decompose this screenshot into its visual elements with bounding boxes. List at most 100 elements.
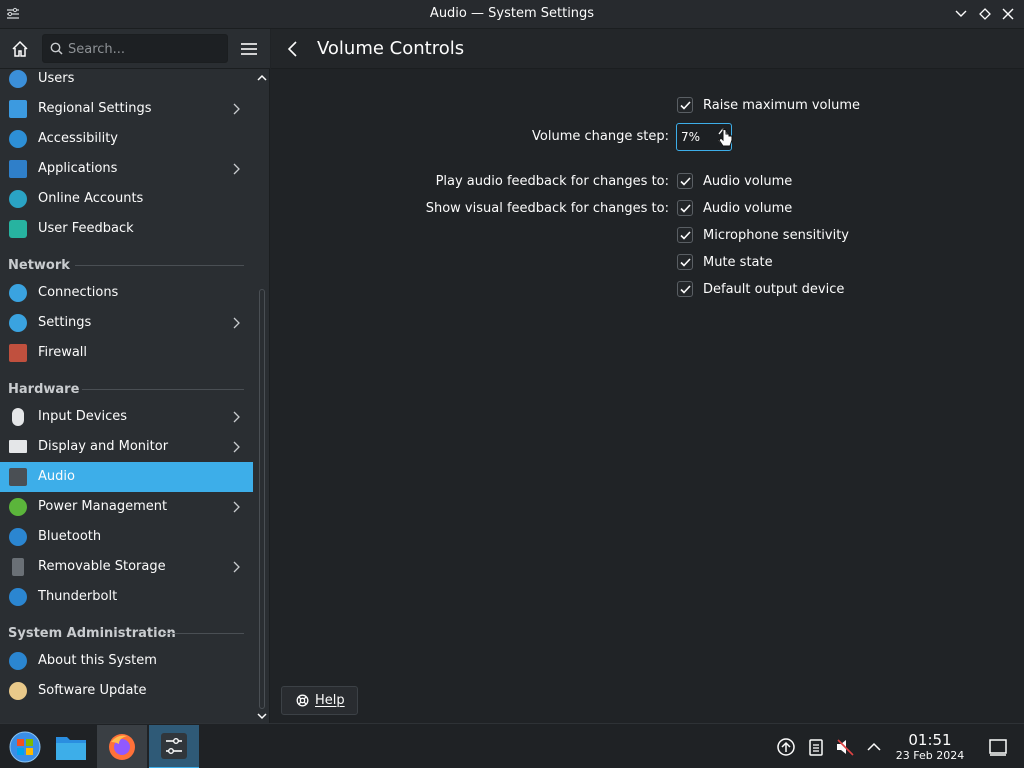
- sidebar-item-connections[interactable]: Connections: [0, 278, 253, 308]
- clock-time[interactable]: 01:51: [890, 731, 970, 749]
- sidebar-item-label: Thunderbolt: [38, 589, 118, 604]
- sidebar-item-applications[interactable]: Applications: [0, 154, 253, 184]
- firefox-button[interactable]: [97, 725, 147, 768]
- chevron-down-icon: [955, 10, 967, 17]
- checkmark-icon: [679, 176, 691, 186]
- section-divider: [164, 633, 244, 634]
- sidebar-item-bluetooth[interactable]: Bluetooth: [0, 522, 253, 552]
- sidebar-item-power-management[interactable]: Power Management: [0, 492, 253, 522]
- scroll-down-icon[interactable]: [257, 711, 267, 721]
- chevron-up-icon[interactable]: [864, 737, 884, 757]
- file-manager-button[interactable]: [46, 725, 96, 768]
- clock-date[interactable]: 23 Feb 2024: [890, 749, 970, 762]
- sidebar-item-label: Audio: [38, 469, 75, 484]
- sidebar-item-label: Display and Monitor: [38, 439, 169, 454]
- sidebar-item-label: About this System: [38, 653, 157, 668]
- sidebar-item-accessibility[interactable]: Accessibility: [0, 124, 253, 154]
- visual-feedback-option-label: Audio volume: [703, 201, 793, 216]
- audio-feedback-volume-checkbox[interactable]: [677, 173, 693, 189]
- visual-feedback-microphone-checkbox[interactable]: [677, 227, 693, 243]
- sidebar: Users Regional Settings Accessibility Ap…: [0, 29, 270, 723]
- visual-feedback-mute-checkbox[interactable]: [677, 254, 693, 270]
- sidebar-item-firewall[interactable]: Firewall: [0, 338, 253, 368]
- users-icon: [9, 70, 27, 88]
- sidebar-item-label: Accessibility: [38, 131, 118, 146]
- software-update-icon: [9, 682, 27, 700]
- globe-icon: [9, 284, 27, 302]
- sidebar-item-removable-storage[interactable]: Removable Storage: [0, 552, 253, 582]
- speaker-icon: [9, 468, 27, 486]
- thunderbolt-icon: [9, 588, 27, 606]
- maximize-button[interactable]: [976, 5, 994, 23]
- sidebar-item-users[interactable]: Users: [0, 69, 253, 94]
- help-button[interactable]: Help: [281, 686, 358, 715]
- visual-feedback-option-label: Default output device: [703, 282, 845, 297]
- back-arrow-icon[interactable]: [283, 39, 303, 59]
- raise-max-volume-checkbox[interactable]: [677, 97, 693, 113]
- scroll-up-icon[interactable]: [257, 73, 267, 83]
- sidebar-list[interactable]: Users Regional Settings Accessibility Ap…: [0, 69, 256, 723]
- audio-feedback-label: Play audio feedback for changes to:: [435, 174, 669, 189]
- scrollbar-handle[interactable]: [259, 289, 265, 709]
- hamburger-menu-button[interactable]: [238, 39, 260, 59]
- globe-icon: [9, 314, 27, 332]
- checkmark-icon: [679, 257, 691, 267]
- chevron-right-icon: [233, 103, 240, 115]
- volume-muted-tray-icon[interactable]: [835, 737, 855, 757]
- visual-feedback-audio-volume-checkbox[interactable]: [677, 200, 693, 216]
- clipboard-tray-icon[interactable]: [806, 737, 826, 757]
- minimize-button[interactable]: [952, 5, 970, 23]
- mouse-icon: [12, 408, 24, 426]
- sidebar-item-label: Software Update: [38, 683, 147, 698]
- sidebar-item-input-devices[interactable]: Input Devices: [0, 402, 253, 432]
- home-icon: [12, 40, 28, 57]
- main-header: Volume Controls: [271, 29, 1024, 69]
- sidebar-item-about-this-system[interactable]: About this System: [0, 646, 253, 676]
- search-box[interactable]: [42, 34, 228, 63]
- sidebar-item-network-settings[interactable]: Settings: [0, 308, 253, 338]
- file-manager-icon: [56, 737, 86, 760]
- mouse-cursor-icon: [718, 128, 733, 147]
- start-menu-button[interactable]: [0, 725, 50, 768]
- sidebar-item-regional-settings[interactable]: Regional Settings: [0, 94, 253, 124]
- sidebar-item-thunderbolt[interactable]: Thunderbolt: [0, 582, 253, 612]
- system-settings-taskbar-button[interactable]: [149, 725, 199, 768]
- sidebar-scrollbar[interactable]: [256, 69, 268, 723]
- sidebar-item-label: Bluetooth: [38, 529, 102, 544]
- checkmark-icon: [679, 203, 691, 213]
- close-button[interactable]: [999, 5, 1017, 23]
- home-button[interactable]: [8, 37, 32, 61]
- volume-step-value[interactable]: 7%: [681, 130, 700, 144]
- updates-tray-icon[interactable]: [776, 737, 796, 757]
- section-header-network: Network: [8, 258, 70, 273]
- window-titlebar[interactable]: Audio — System Settings: [0, 0, 1024, 29]
- checkmark-icon: [679, 100, 691, 110]
- window-title: Audio — System Settings: [429, 6, 595, 21]
- start-menu-icon: [9, 731, 41, 763]
- page-title: Volume Controls: [317, 38, 465, 59]
- visual-feedback-option-label: Mute state: [703, 255, 773, 270]
- sidebar-item-online-accounts[interactable]: Online Accounts: [0, 184, 253, 214]
- audio-feedback-option-label: Audio volume: [703, 174, 793, 189]
- sidebar-item-software-update[interactable]: Software Update: [0, 676, 253, 706]
- monitor-icon: [9, 440, 27, 453]
- sidebar-item-label: Settings: [38, 315, 92, 330]
- section-header-hardware: Hardware: [8, 382, 80, 397]
- chevron-right-icon: [233, 163, 240, 175]
- section-divider: [75, 265, 244, 266]
- search-input[interactable]: [68, 39, 218, 59]
- visual-feedback-output-device-checkbox[interactable]: [677, 281, 693, 297]
- firewall-icon: [9, 344, 27, 362]
- sidebar-item-label: Input Devices: [38, 409, 128, 424]
- system-settings-icon: [161, 733, 187, 759]
- main-panel: Volume Controls Raise maximum volume Vol…: [271, 29, 1024, 723]
- checkmark-icon: [679, 230, 691, 240]
- sidebar-item-user-feedback[interactable]: User Feedback: [0, 214, 253, 244]
- section-header-system-administration: System Administration: [8, 626, 176, 641]
- info-icon: [9, 652, 27, 670]
- sidebar-item-display-and-monitor[interactable]: Display and Monitor: [0, 432, 253, 462]
- sidebar-item-audio[interactable]: Audio: [0, 462, 253, 492]
- show-desktop-icon[interactable]: [988, 737, 1008, 757]
- section-divider: [82, 389, 244, 390]
- online-accounts-icon: [9, 190, 27, 208]
